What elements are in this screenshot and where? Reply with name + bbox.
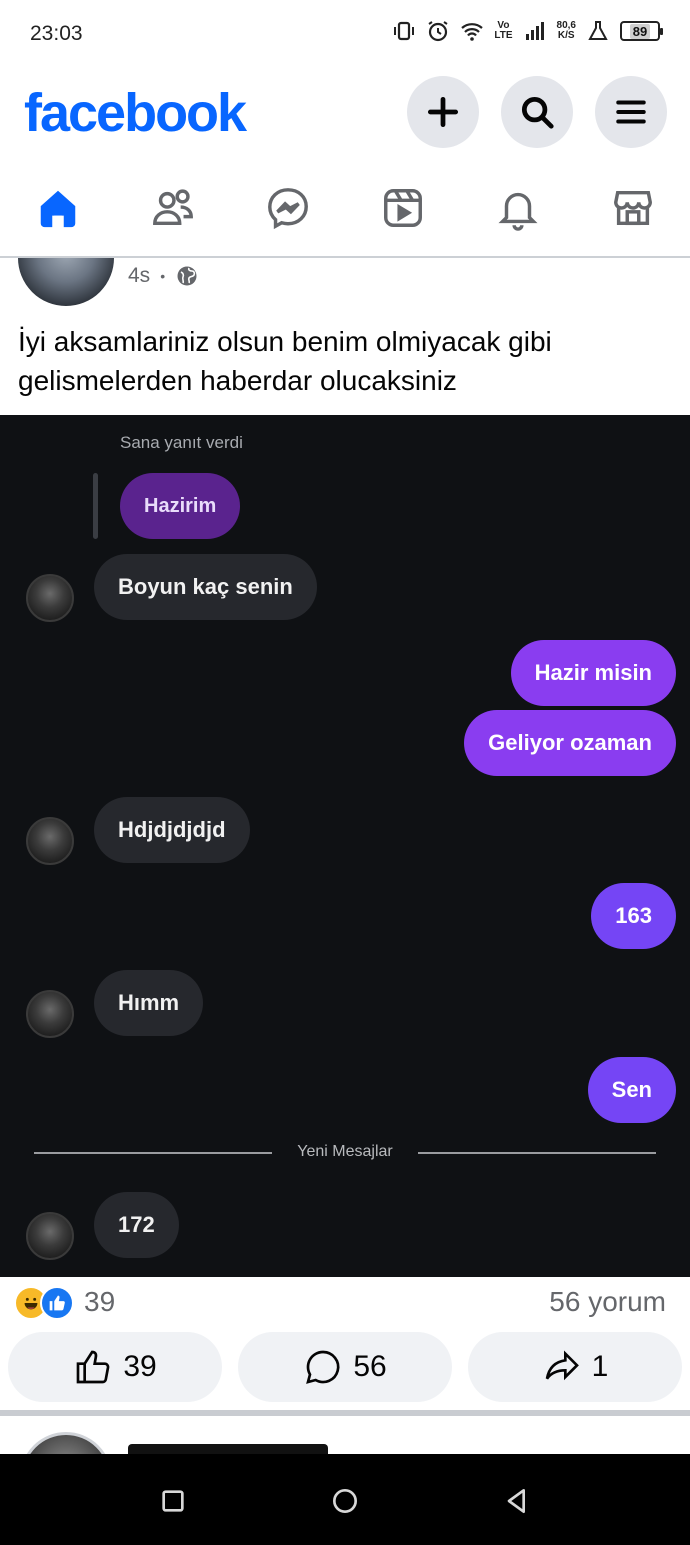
next-post-author-name[interactable] xyxy=(128,1444,328,1454)
replied-message-bubble: Hazirim xyxy=(120,473,241,539)
message-bubble-outgoing: 163 xyxy=(591,883,676,949)
message-bubble-outgoing: Geliyor ozaman xyxy=(464,710,676,776)
tab-friends[interactable] xyxy=(115,160,230,256)
chat-avatar xyxy=(26,990,74,1038)
like-button[interactable]: 39 xyxy=(8,1332,222,1402)
like-count: 39 xyxy=(123,1350,157,1383)
thumbs-up-icon xyxy=(76,1350,110,1384)
share-button[interactable]: 1 xyxy=(468,1332,682,1402)
chat-avatar xyxy=(26,817,74,865)
reaction-icons xyxy=(14,1286,74,1320)
bell-icon xyxy=(498,192,537,231)
main-tabs xyxy=(0,160,690,256)
battery-level: 89 xyxy=(629,23,651,39)
post-image-chat-screenshot[interactable]: Sana yanıt verdi Hazirim Boyun kaç senin… xyxy=(0,415,690,1277)
hamburger-icon xyxy=(616,100,646,124)
post-header: 4s • xyxy=(0,258,690,308)
globe-icon xyxy=(177,266,197,286)
divider-line xyxy=(418,1152,656,1154)
plus-icon xyxy=(427,96,459,128)
friends-icon xyxy=(152,189,193,226)
reply-indicator-bar xyxy=(93,473,98,539)
wifi-icon xyxy=(461,23,484,41)
signal-icon xyxy=(525,22,544,40)
tab-messenger[interactable] xyxy=(230,160,345,256)
comment-button[interactable]: 56 xyxy=(238,1332,452,1402)
tab-home[interactable] xyxy=(0,160,115,256)
message-bubble-incoming: Hdjdjdjdjd xyxy=(94,797,250,863)
home-icon xyxy=(40,190,75,228)
tab-notifications[interactable] xyxy=(460,160,575,256)
post-actions: 39 56 1 xyxy=(0,1332,690,1402)
create-button[interactable] xyxy=(407,76,479,148)
network-speed: 80,6 K/S xyxy=(556,20,576,41)
post-text: İyi aksamlariniz olsun benim olmiyacak g… xyxy=(18,326,552,396)
like-reaction-icon xyxy=(40,1286,74,1320)
next-post-preview[interactable] xyxy=(0,1416,690,1454)
battery-icon: 89 xyxy=(620,21,663,41)
back-button[interactable] xyxy=(492,1476,542,1526)
status-icons: Vo LTE 80,6 K/S 89 xyxy=(392,18,663,44)
back-triangle-icon xyxy=(507,1489,525,1513)
chat-avatar xyxy=(26,1212,74,1260)
tab-marketplace[interactable] xyxy=(575,160,690,256)
reactions-summary[interactable]: 39 56 yorum xyxy=(0,1278,690,1328)
status-bar: 23:03 Vo LTE 80,6 K/S 89 xyxy=(0,0,690,70)
flask-icon xyxy=(588,21,608,40)
menu-button[interactable] xyxy=(595,76,667,148)
tab-video[interactable] xyxy=(345,160,460,256)
meta-separator: • xyxy=(160,268,166,284)
recents-icon xyxy=(162,1490,184,1512)
recents-button[interactable] xyxy=(148,1476,198,1526)
chat-avatar xyxy=(26,574,74,622)
status-time: 23:03 xyxy=(30,22,83,45)
comment-icon xyxy=(306,1350,340,1384)
comment-count-link[interactable]: 56 yorum xyxy=(549,1286,666,1318)
vibrate-icon xyxy=(394,21,415,41)
system-navigation-bar xyxy=(0,1454,690,1545)
message-bubble-outgoing: Hazir misin xyxy=(510,640,676,706)
circle-home-icon xyxy=(333,1489,357,1513)
post-meta: 4s • xyxy=(128,264,199,288)
share-count: 1 xyxy=(591,1350,609,1383)
comment-count: 56 xyxy=(353,1350,387,1383)
post-time[interactable]: 4s xyxy=(128,264,150,288)
volte-indicator: Vo LTE xyxy=(494,20,513,41)
reaction-count[interactable]: 39 xyxy=(84,1286,115,1318)
post-author-avatar[interactable] xyxy=(16,258,116,308)
search-button[interactable] xyxy=(501,76,573,148)
messenger-icon xyxy=(267,188,308,230)
share-arrow-icon xyxy=(545,1350,579,1381)
marketplace-icon xyxy=(613,190,652,226)
facebook-logo[interactable]: facebook xyxy=(24,82,247,144)
message-bubble-incoming: Hımm xyxy=(94,970,204,1036)
search-icon xyxy=(521,96,554,129)
message-bubble-incoming: Boyun kaç senin xyxy=(94,554,317,620)
message-bubble-incoming: 172 xyxy=(94,1192,179,1258)
replied-label: Sana yanıt verdi xyxy=(120,433,243,452)
message-bubble-outgoing: Sen xyxy=(587,1057,676,1123)
app-header: facebook xyxy=(0,70,690,160)
alarm-icon xyxy=(428,21,448,42)
next-post-avatar[interactable] xyxy=(20,1432,112,1454)
home-nav-button[interactable] xyxy=(320,1476,370,1526)
video-icon xyxy=(383,189,422,227)
